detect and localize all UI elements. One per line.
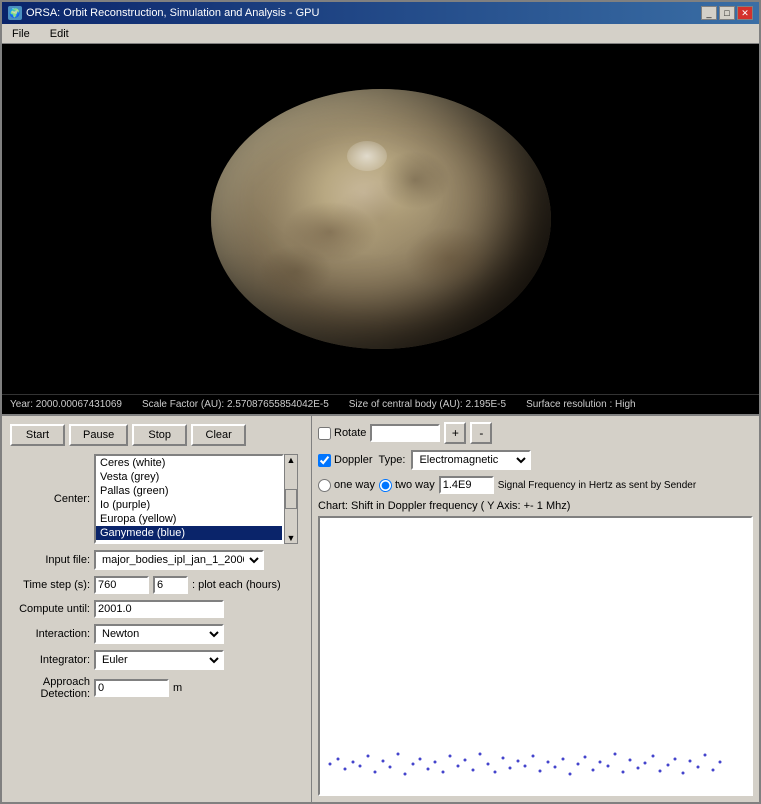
- listbox-item-ganymede[interactable]: Ganymede (blue): [96, 526, 282, 540]
- rotate-label[interactable]: Rotate: [318, 427, 366, 440]
- approach-input[interactable]: 0: [94, 679, 169, 697]
- center-row: Center: Ceres (white) Vesta (grey) Palla…: [10, 454, 303, 544]
- right-panel: Rotate + - Doppler Type: Electromagnetic…: [312, 416, 759, 802]
- clear-button[interactable]: Clear: [191, 424, 246, 446]
- doppler-text: Doppler: [334, 454, 373, 466]
- title-bar-left: 🌍 ORSA: Orbit Reconstruction, Simulation…: [8, 6, 319, 20]
- timestep-label: Time step (s):: [10, 579, 90, 591]
- listbox-item-callisto[interactable]: Callisto (green): [96, 540, 282, 544]
- chart-area: [318, 516, 753, 796]
- center-label: Center:: [10, 493, 90, 505]
- scroll-up-arrow[interactable]: ▲: [285, 455, 297, 465]
- compute-until-input[interactable]: 2001.0: [94, 600, 224, 618]
- approach-row: Approach Detection: 0 m: [10, 676, 303, 700]
- one-way-text: one way: [334, 479, 375, 491]
- timestep-value2[interactable]: 6: [153, 576, 188, 594]
- interaction-row: Interaction: Newton GR Post-Newtonian: [10, 624, 303, 644]
- chart-data-points: [329, 753, 722, 776]
- listbox-item-vesta[interactable]: Vesta (grey): [96, 470, 282, 484]
- stop-button[interactable]: Stop: [132, 424, 187, 446]
- two-way-label[interactable]: two way: [379, 479, 435, 492]
- maximize-button[interactable]: □: [719, 6, 735, 20]
- integrator-select[interactable]: Euler Runge-Kutta Leapfrog: [94, 650, 224, 670]
- viewport: [2, 44, 759, 394]
- compute-until-label: Compute until:: [10, 603, 90, 615]
- input-file-label: Input file:: [10, 554, 90, 566]
- rotate-plus-button[interactable]: +: [444, 422, 466, 444]
- one-way-radio[interactable]: [318, 479, 331, 492]
- compute-until-row: Compute until: 2001.0: [10, 600, 303, 618]
- button-row: Start Pause Stop Clear: [10, 424, 303, 446]
- doppler-checkbox[interactable]: [318, 454, 331, 467]
- rotate-checkbox[interactable]: [318, 427, 331, 440]
- rotate-input[interactable]: [370, 424, 440, 442]
- signal-row: one way two way 1.4E9 Signal Frequency i…: [318, 476, 753, 494]
- rotate-text: Rotate: [334, 427, 366, 439]
- listbox-item-ceres[interactable]: Ceres (white): [96, 456, 282, 470]
- doppler-type-select[interactable]: Electromagnetic Acoustic: [411, 450, 531, 470]
- integrator-row: Integrator: Euler Runge-Kutta Leapfrog: [10, 650, 303, 670]
- scroll-thumb[interactable]: [285, 489, 297, 509]
- main-window: 🌍 ORSA: Orbit Reconstruction, Simulation…: [0, 0, 761, 804]
- app-icon: 🌍: [8, 6, 22, 20]
- close-button[interactable]: ✕: [737, 6, 753, 20]
- timestep-value1[interactable]: 760: [94, 576, 149, 594]
- timestep-unit: : plot each (hours): [192, 579, 281, 591]
- signal-frequency-input[interactable]: 1.4E9: [439, 476, 494, 494]
- two-way-text: two way: [395, 479, 435, 491]
- menu-edit[interactable]: Edit: [44, 27, 75, 41]
- input-file-select[interactable]: major_bodies_ipl_jan_1_2000.start: [94, 550, 264, 570]
- status-surface: Surface resolution : High: [526, 399, 636, 410]
- rotate-minus-button[interactable]: -: [470, 422, 492, 444]
- doppler-type-label: Type:: [379, 454, 406, 466]
- scroll-down-arrow[interactable]: ▼: [285, 533, 297, 543]
- title-buttons: _ □ ✕: [701, 6, 753, 20]
- input-file-row: Input file: major_bodies_ipl_jan_1_2000.…: [10, 550, 303, 570]
- title-bar: 🌍 ORSA: Orbit Reconstruction, Simulation…: [2, 2, 759, 24]
- one-way-label[interactable]: one way: [318, 479, 375, 492]
- status-scale: Scale Factor (AU): 2.57087655854042E-5: [142, 399, 329, 410]
- doppler-label[interactable]: Doppler: [318, 454, 373, 467]
- interaction-label: Interaction:: [10, 628, 90, 640]
- planet-container: [211, 89, 551, 349]
- listbox-item-pallas[interactable]: Pallas (green): [96, 484, 282, 498]
- two-way-radio[interactable]: [379, 479, 392, 492]
- start-button[interactable]: Start: [10, 424, 65, 446]
- signal-desc: Signal Frequency in Hertz as sent by Sen…: [498, 480, 696, 491]
- chart-label: Chart: Shift in Doppler frequency ( Y Ax…: [318, 500, 753, 512]
- interaction-select[interactable]: Newton GR Post-Newtonian: [94, 624, 224, 644]
- minimize-button[interactable]: _: [701, 6, 717, 20]
- pause-button[interactable]: Pause: [69, 424, 128, 446]
- rotate-row: Rotate + -: [318, 422, 753, 444]
- timestep-row: Time step (s): 760 6 : plot each (hours): [10, 576, 303, 594]
- controls-area: Start Pause Stop Clear Center: Ceres (wh…: [2, 414, 759, 802]
- integrator-label: Integrator:: [10, 654, 90, 666]
- listbox-item-io[interactable]: Io (purple): [96, 498, 282, 512]
- planet-image: [211, 89, 551, 349]
- listbox-item-europa[interactable]: Europa (yellow): [96, 512, 282, 526]
- menu-bar: File Edit: [2, 24, 759, 44]
- doppler-row: Doppler Type: Electromagnetic Acoustic: [318, 450, 753, 470]
- status-bar: Year: 2000.00067431069 Scale Factor (AU)…: [2, 394, 759, 414]
- status-size: Size of central body (AU): 2.195E-5: [349, 399, 506, 410]
- center-listbox[interactable]: Ceres (white) Vesta (grey) Pallas (green…: [94, 454, 284, 544]
- planet-craters: [211, 89, 551, 349]
- status-year: Year: 2000.00067431069: [10, 399, 122, 410]
- approach-unit: m: [173, 682, 182, 694]
- approach-label: Approach Detection:: [10, 676, 90, 700]
- listbox-scrollbar[interactable]: ▲ ▼: [284, 454, 298, 544]
- window-title: ORSA: Orbit Reconstruction, Simulation a…: [26, 7, 319, 19]
- menu-file[interactable]: File: [6, 27, 36, 41]
- chart-svg: [320, 734, 751, 794]
- left-panel: Start Pause Stop Clear Center: Ceres (wh…: [2, 416, 312, 802]
